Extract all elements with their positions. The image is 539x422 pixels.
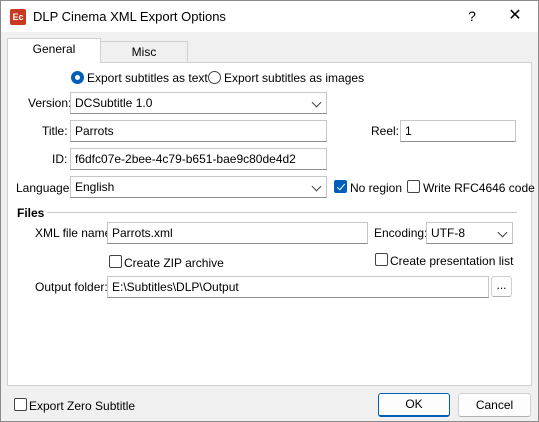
close-button[interactable]: ✕ bbox=[501, 5, 529, 27]
files-section-heading: Files bbox=[17, 206, 45, 220]
encoding-select[interactable]: UTF-8 bbox=[426, 222, 513, 244]
xml-file-name-input[interactable]: Parrots.xml bbox=[107, 222, 368, 244]
export-as-text-label[interactable]: Export subtitles as text bbox=[87, 71, 208, 85]
title-bar: Ec DLP Cinema XML Export Options ? ✕ bbox=[1, 1, 538, 32]
chevron-down-icon bbox=[311, 181, 322, 192]
create-presentation-list-label[interactable]: Create presentation list bbox=[390, 254, 513, 268]
help-button[interactable]: ? bbox=[461, 5, 483, 27]
output-folder-label: Output folder: bbox=[35, 280, 108, 294]
xml-file-name-label: XML file name: bbox=[35, 226, 115, 240]
create-zip-checkbox[interactable] bbox=[109, 255, 122, 268]
export-as-images-radio[interactable] bbox=[208, 71, 221, 84]
id-input[interactable]: f6dfc07e-2bee-4c79-b651-bae9c80de4d2 bbox=[70, 148, 327, 170]
tab-misc[interactable]: Misc bbox=[100, 41, 188, 63]
export-as-images-label[interactable]: Export subtitles as images bbox=[224, 71, 364, 85]
language-value: English bbox=[75, 180, 115, 194]
export-zero-subtitle-label[interactable]: Export Zero Subtitle bbox=[29, 399, 135, 413]
output-folder-input[interactable]: E:\Subtitles\DLP\Output bbox=[107, 276, 489, 298]
ok-button[interactable]: OK bbox=[378, 393, 450, 417]
app-icon: Ec bbox=[10, 9, 26, 25]
export-options-dialog: Ec DLP Cinema XML Export Options ? ✕ Gen… bbox=[0, 0, 539, 422]
export-as-text-radio[interactable] bbox=[71, 71, 84, 84]
write-rfc4646-checkbox[interactable] bbox=[407, 180, 420, 193]
files-divider bbox=[47, 212, 517, 213]
cancel-button[interactable]: Cancel bbox=[458, 393, 531, 417]
encoding-label: Encoding: bbox=[374, 226, 428, 240]
browse-folder-button[interactable]: ... bbox=[491, 276, 512, 297]
export-zero-subtitle-checkbox[interactable] bbox=[14, 398, 27, 411]
create-presentation-list-checkbox[interactable] bbox=[375, 253, 388, 266]
no-region-checkbox[interactable] bbox=[334, 180, 347, 193]
title-input[interactable]: Parrots bbox=[70, 120, 327, 142]
title-label: Title: bbox=[42, 124, 68, 138]
version-select[interactable]: DCSubtitle 1.0 bbox=[70, 92, 327, 114]
chevron-down-icon bbox=[311, 97, 322, 108]
window-title: DLP Cinema XML Export Options bbox=[33, 9, 226, 24]
write-rfc4646-label[interactable]: Write RFC4646 code bbox=[423, 181, 535, 195]
version-label: Version: bbox=[28, 96, 72, 110]
language-label: Language: bbox=[16, 181, 73, 195]
tab-general[interactable]: General bbox=[7, 38, 101, 63]
id-label: ID: bbox=[52, 152, 68, 166]
no-region-label[interactable]: No region bbox=[350, 181, 402, 195]
language-select[interactable]: English bbox=[70, 176, 327, 198]
create-zip-label[interactable]: Create ZIP archive bbox=[124, 256, 224, 270]
reel-input[interactable]: 1 bbox=[400, 120, 516, 142]
encoding-value: UTF-8 bbox=[431, 226, 465, 240]
chevron-down-icon bbox=[497, 227, 508, 238]
version-value: DCSubtitle 1.0 bbox=[75, 96, 153, 110]
reel-label: Reel: bbox=[371, 124, 400, 138]
